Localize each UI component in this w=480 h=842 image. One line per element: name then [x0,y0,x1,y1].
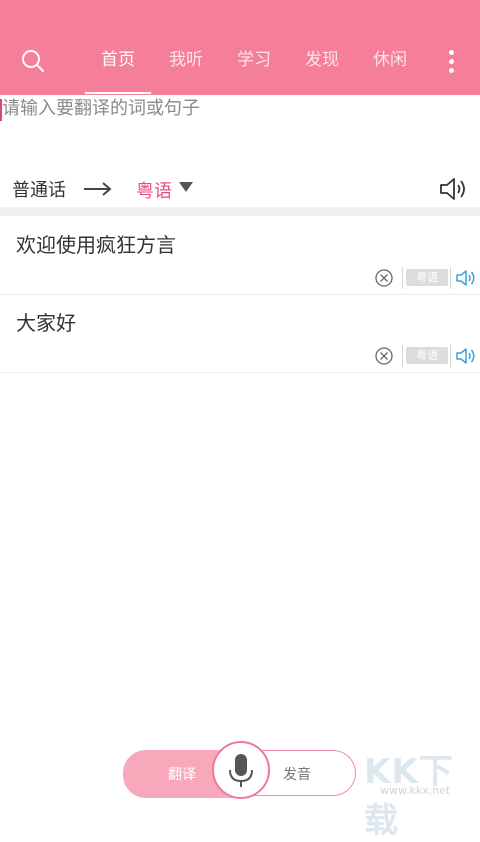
history-item[interactable]: 欢迎使用疯狂方言 粤语 [0,217,480,295]
speaker-icon[interactable] [455,268,477,288]
microphone-icon [229,754,253,787]
divider [402,267,403,289]
pronounce-label: 发音 [283,767,311,783]
history-item-text: 大家好 [16,311,76,335]
active-tab-indicator [85,92,151,94]
arrow-right-icon [84,182,112,196]
search-icon[interactable] [20,48,46,74]
speaker-icon[interactable] [455,346,477,366]
tab-leisure[interactable]: 休闲 [356,48,424,72]
divider [450,345,451,367]
language-selector-row: 普通话 粤语 [0,170,480,208]
tab-listen[interactable]: 我听 [152,48,220,72]
language-badge[interactable]: 粤语 [406,347,448,364]
caret-down-icon[interactable] [178,181,194,193]
close-circle-icon[interactable] [375,347,393,365]
watermark-url: www.kkx.net [380,784,451,797]
speaker-icon[interactable] [438,176,468,202]
input-placeholder: 请输入要翻译的词或句子 [2,98,200,119]
language-badge[interactable]: 粤语 [406,269,448,286]
history-item-text: 欢迎使用疯狂方言 [16,233,176,257]
tab-discover[interactable]: 发现 [288,48,356,72]
tab-learn[interactable]: 学习 [220,48,288,72]
watermark: KK下载 www.kkx.net [364,744,480,841]
close-circle-icon[interactable] [375,269,393,287]
microphone-button[interactable] [212,741,270,799]
section-divider [0,207,480,216]
translate-label: 翻译 [168,767,196,783]
tab-home[interactable]: 首页 [84,48,152,72]
divider [450,267,451,289]
more-menu-icon[interactable] [446,48,458,74]
target-language[interactable]: 粤语 [136,177,172,203]
history-item[interactable]: 大家好 粤语 [0,295,480,373]
top-app-bar: 首页 我听 学习 发现 休闲 [0,0,480,95]
divider [402,345,403,367]
tab-bar: 首页 我听 学习 发现 休闲 [84,38,424,94]
source-language: 普通话 [12,180,66,201]
